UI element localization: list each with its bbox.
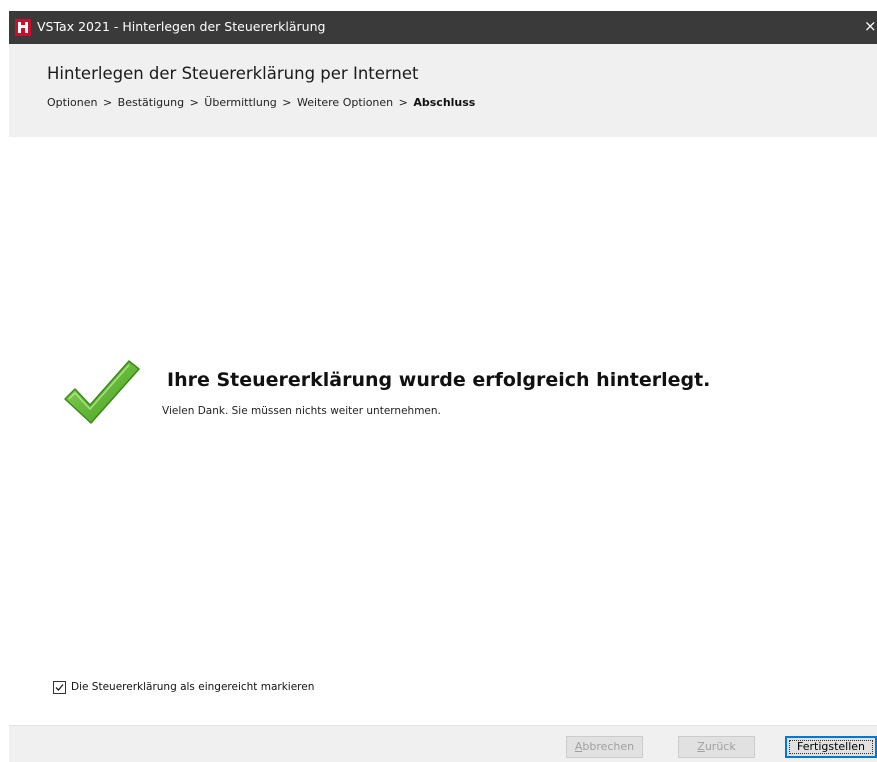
focus-ring [789, 740, 873, 754]
breadcrumb-step-weitere-optionen: Weitere Optionen [297, 96, 394, 109]
success-title: Ihre Steuererklärung wurde erfolgreich h… [167, 369, 711, 391]
back-button[interactable]: Zurück [678, 736, 755, 758]
back-label: urück [704, 740, 736, 753]
success-message: Vielen Dank. Sie müssen nichts weiter un… [162, 405, 441, 417]
breadcrumb-separator: > [102, 96, 113, 109]
breadcrumb-step-bestaetigung: Bestätigung [117, 96, 185, 109]
mark-submitted-label: Die Steuererklärung als eingereicht mark… [71, 681, 315, 693]
wizard-window: VSTax 2021 - Hinterlegen der Steuererklä… [9, 11, 877, 762]
breadcrumb: Optionen > Bestätigung > Übermittlung > … [47, 96, 475, 109]
cancel-label: bbrechen [582, 740, 635, 753]
page-title: Hinterlegen der Steuererklärung per Inte… [47, 64, 419, 83]
wizard-content: Ihre Steuererklärung wurde erfolgreich h… [9, 137, 877, 725]
window-title: VSTax 2021 - Hinterlegen der Steuererklä… [37, 19, 326, 34]
cancel-button[interactable]: Abbrechen [566, 736, 643, 758]
breadcrumb-step-current: Abschluss [413, 96, 476, 109]
mark-submitted-checkbox[interactable] [53, 680, 66, 694]
breadcrumb-step-uebermittlung: Übermittlung [204, 96, 277, 109]
finish-button[interactable]: Fertigstellen [785, 736, 877, 758]
vstax-app-icon [15, 19, 31, 36]
back-mnemonic: Z [697, 740, 705, 753]
close-icon[interactable]: × [864, 17, 877, 35]
title-bar[interactable]: VSTax 2021 - Hinterlegen der Steuererklä… [9, 11, 877, 44]
breadcrumb-separator: > [282, 96, 292, 109]
wizard-footer: Abbrechen Zurück Fertigstellen [9, 725, 877, 762]
breadcrumb-step-optionen: Optionen [47, 96, 98, 109]
mark-submitted-option[interactable]: Die Steuererklärung als eingereicht mark… [53, 679, 314, 695]
breadcrumb-separator: > [398, 96, 408, 109]
wizard-header: Hinterlegen der Steuererklärung per Inte… [9, 44, 877, 137]
checkbox-check-icon [55, 683, 64, 691]
breadcrumb-separator: > [189, 96, 199, 109]
checkmark-icon [64, 360, 140, 424]
